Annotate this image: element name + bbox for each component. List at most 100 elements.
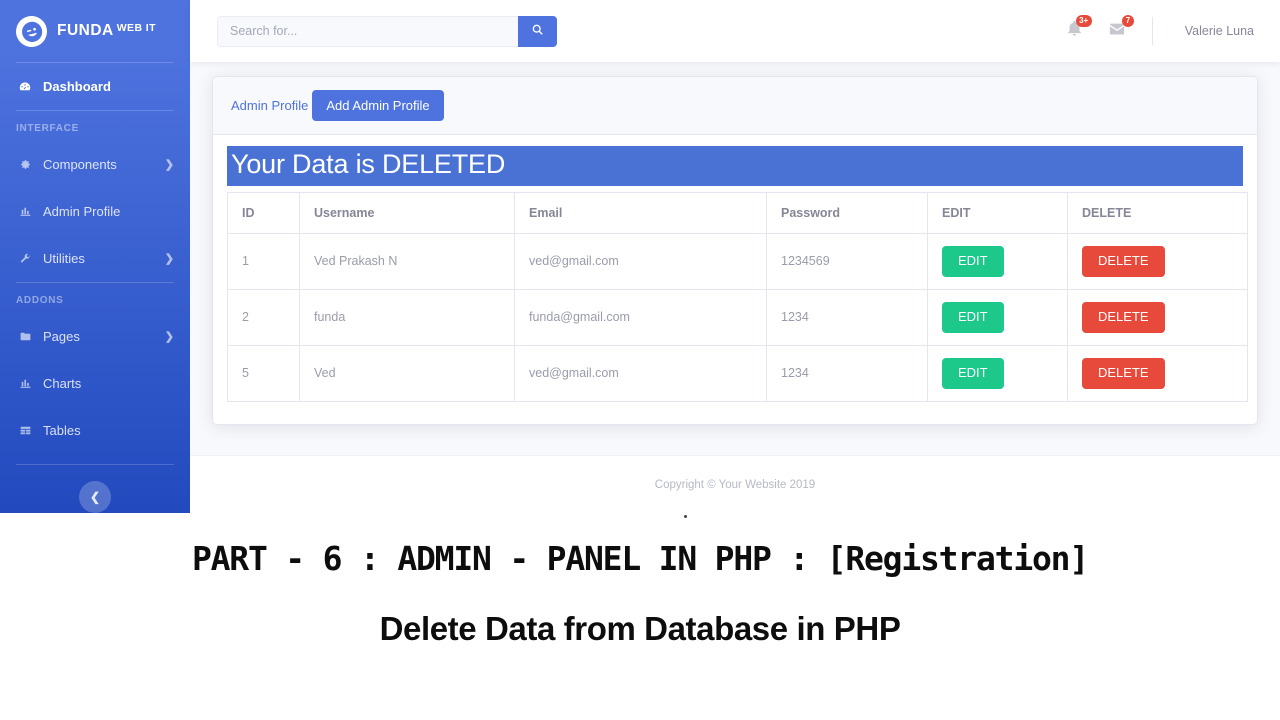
breadcrumb-admin-profile[interactable]: Admin Profile: [231, 98, 312, 113]
edit-button[interactable]: EDIT: [942, 357, 1004, 389]
column-header-id: ID: [227, 191, 300, 234]
cell-delete: DELETE: [1067, 288, 1248, 346]
brand-name: FUNDA WEB IT: [57, 22, 156, 39]
topbar: 3+ 7 Valerie Luna: [190, 0, 1280, 62]
cell-username: Ved Prakash N: [299, 232, 515, 290]
cell-password: 1234569: [766, 232, 928, 290]
chevron-right-icon: ❯: [164, 159, 174, 171]
cell-email: funda@gmail.com: [514, 288, 767, 346]
search-button[interactable]: [518, 15, 557, 47]
column-header-password: Password: [766, 191, 928, 234]
sidebar-item-charts[interactable]: Charts: [0, 360, 190, 407]
sidebar-item-label: Admin Profile: [43, 204, 121, 219]
add-admin-profile-button[interactable]: Add Admin Profile: [312, 90, 444, 121]
cell-username: Ved: [299, 344, 515, 402]
cell-password: 1234: [766, 288, 928, 346]
sidebar-item-dashboard[interactable]: Dashboard: [0, 63, 190, 110]
table-header-row: ID Username Email Password EDIT DELETE: [227, 191, 1248, 234]
admin-profile-card: Admin Profile Add Admin Profile Your Dat…: [212, 76, 1258, 425]
folder-icon: [16, 330, 34, 343]
topbar-right: 3+ 7 Valerie Luna: [1054, 11, 1258, 51]
delete-button[interactable]: DELETE: [1082, 357, 1165, 389]
cell-id: 5: [227, 344, 300, 402]
column-header-delete: DELETE: [1067, 191, 1248, 234]
sidebar-item-tables[interactable]: Tables: [0, 407, 190, 454]
cell-edit: EDIT: [927, 232, 1068, 290]
sidebar-heading-interface: INTERFACE: [16, 123, 79, 134]
sidebar-item-label: Tables: [43, 423, 81, 438]
alerts-button[interactable]: 3+: [1054, 11, 1096, 51]
edit-button[interactable]: EDIT: [942, 245, 1004, 277]
main-content: Admin Profile Add Admin Profile Your Dat…: [190, 62, 1280, 455]
search-form: [217, 15, 557, 47]
cell-delete: DELETE: [1067, 344, 1248, 402]
search-icon: [531, 23, 544, 39]
content-column: 3+ 7 Valerie Luna Admin Profile: [190, 0, 1280, 513]
chevron-right-icon: ❯: [164, 331, 174, 343]
cell-email: ved@gmail.com: [514, 232, 767, 290]
cog-icon: [16, 158, 34, 171]
column-header-edit: EDIT: [927, 191, 1068, 234]
sidebar-item-label: Utilities: [43, 251, 85, 266]
sidebar-item-label: Components: [43, 157, 117, 172]
sidebar-divider-3: [16, 464, 174, 465]
sidebar-item-admin-profile[interactable]: Admin Profile: [0, 188, 190, 235]
table-row: 5 Ved ved@gmail.com 1234 EDIT DELETE: [227, 344, 1248, 402]
caption-subtitle: Delete Data from Database in PHP: [379, 610, 901, 647]
laugh-wink-icon: [12, 12, 51, 50]
sidebar-item-label: Charts: [43, 376, 82, 391]
cell-id: 1: [227, 232, 300, 290]
messages-badge: 7: [1122, 15, 1134, 27]
delete-button[interactable]: DELETE: [1082, 301, 1165, 333]
search-input[interactable]: [217, 15, 518, 47]
delete-button[interactable]: DELETE: [1082, 245, 1165, 277]
sidebar-item-label: Pages: [43, 329, 80, 344]
chart-area-icon: [16, 377, 34, 390]
table-icon: [16, 424, 34, 437]
sidebar-item-components[interactable]: Components ❯: [0, 141, 190, 188]
sidebar-heading-addons: ADDONS: [16, 295, 64, 306]
card-body: Your Data is DELETED ID Username Email P: [213, 135, 1257, 424]
sidebar-toggle-button[interactable]: ❮: [79, 481, 111, 513]
column-header-email: Email: [514, 191, 767, 234]
sidebar-item-utilities[interactable]: Utilities ❯: [0, 235, 190, 282]
copyright-text: Copyright © Your Website 2019: [654, 478, 816, 491]
table-row: 2 funda funda@gmail.com 1234 EDIT DELETE: [227, 288, 1248, 346]
brand-suffix: WEB IT: [116, 22, 156, 34]
table-row: 1 Ved Prakash N ved@gmail.com 1234569 ED…: [227, 232, 1248, 290]
sidebar-item-pages[interactable]: Pages ❯: [0, 313, 190, 360]
user-name[interactable]: Valerie Luna: [1185, 24, 1254, 38]
sidebar-item-label: Dashboard: [43, 79, 111, 94]
messages-button[interactable]: 7: [1096, 11, 1138, 51]
chart-area-icon: [16, 205, 34, 218]
wrench-icon: [16, 252, 34, 265]
cell-email: ved@gmail.com: [514, 344, 767, 402]
table-head: ID Username Email Password EDIT DELETE: [227, 191, 1248, 234]
page-footer: Copyright © Your Website 2019: [190, 455, 1280, 513]
sidebar-divider-1: [16, 110, 174, 111]
sidebar-divider-2: [16, 282, 174, 283]
edit-button[interactable]: EDIT: [942, 301, 1004, 333]
card-header: Admin Profile Add Admin Profile: [213, 77, 1257, 135]
sidebar-toggle-wrap: ❮: [0, 481, 190, 513]
caption-area: PART - 6 : ADMIN - PANEL IN PHP : [Regis…: [0, 513, 1280, 720]
admin-profile-table: ID Username Email Password EDIT DELETE 1: [227, 191, 1248, 402]
cell-edit: EDIT: [927, 344, 1068, 402]
cell-password: 1234: [766, 344, 928, 402]
chevron-left-icon: ❮: [89, 490, 101, 504]
app-window: FUNDA WEB IT Dashboard INTERFACE Compone…: [0, 0, 1280, 513]
tachometer-icon: [16, 80, 34, 94]
brand-logo[interactable]: FUNDA WEB IT: [0, 0, 190, 62]
cell-delete: DELETE: [1067, 232, 1248, 290]
status-banner: Your Data is DELETED: [227, 146, 1243, 186]
cell-username: funda: [299, 288, 515, 346]
caption-title: PART - 6 : ADMIN - PANEL IN PHP : [Regis…: [191, 539, 1089, 578]
topbar-divider: [1151, 17, 1153, 45]
cell-id: 2: [227, 288, 300, 346]
alerts-badge: 3+: [1075, 15, 1092, 27]
cell-edit: EDIT: [927, 288, 1068, 346]
column-header-username: Username: [299, 191, 515, 234]
table-body: 1 Ved Prakash N ved@gmail.com 1234569 ED…: [227, 232, 1248, 402]
sidebar: FUNDA WEB IT Dashboard INTERFACE Compone…: [0, 0, 190, 513]
caption-dot: [684, 515, 687, 518]
